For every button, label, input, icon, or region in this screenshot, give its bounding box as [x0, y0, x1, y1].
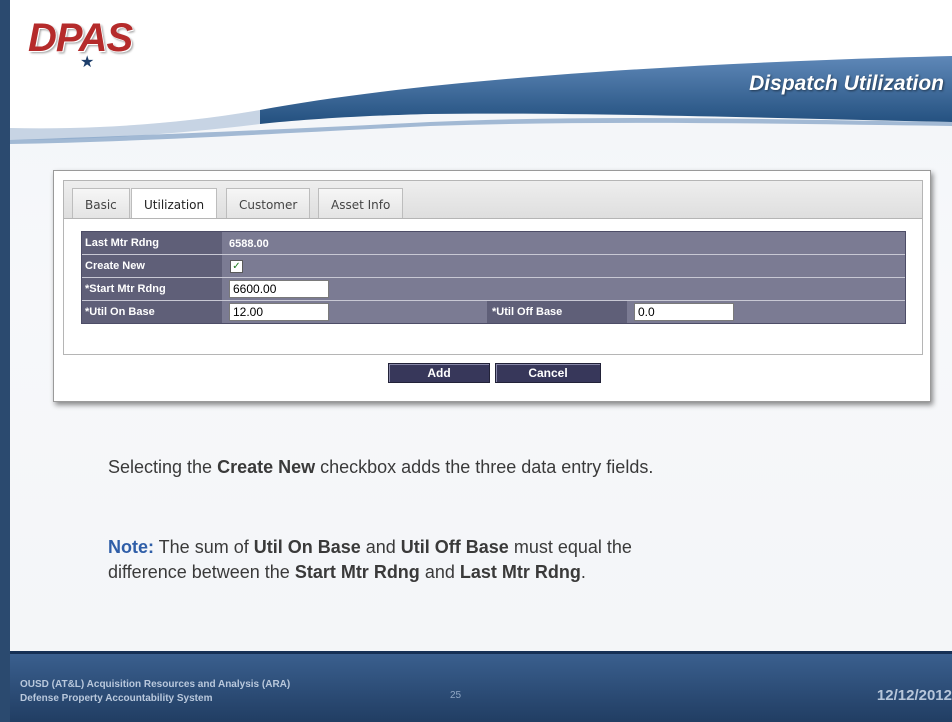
- form-row-start-mtr: *Start Mtr Rdng 6600.00: [82, 278, 905, 301]
- tab-content: Last Mtr Rdng 6588.00 Create New ✓ *Star…: [63, 218, 923, 355]
- slide: DPAS ★ Dispatch Utilization Basic Utiliz…: [10, 0, 952, 722]
- footer-date: 12/12/2012: [876, 687, 952, 704]
- util-on-label: *Util On Base: [85, 306, 155, 318]
- start-mtr-label: *Start Mtr Rdng: [85, 283, 166, 295]
- instruction-text: Selecting the Create New checkbox adds t…: [108, 457, 654, 477]
- create-new-label: Create New: [85, 260, 145, 272]
- utilization-panel: Basic Utilization Customer Asset Info La…: [53, 170, 931, 402]
- form-row-util: *Util On Base 12.00 *Util Off Base 0.0: [82, 301, 905, 323]
- util-on-input[interactable]: 12.00: [229, 303, 329, 321]
- tab-basic[interactable]: Basic: [72, 188, 130, 218]
- page-number: 25: [450, 690, 462, 701]
- form-row-last-mtr: Last Mtr Rdng 6588.00: [82, 232, 905, 255]
- slide-footer: OUSD (AT&L) Acquisition Resources and An…: [10, 651, 952, 722]
- tab-asset-info[interactable]: Asset Info: [318, 188, 404, 218]
- utilization-form: Last Mtr Rdng 6588.00 Create New ✓ *Star…: [81, 231, 906, 324]
- start-mtr-input[interactable]: 6600.00: [229, 280, 329, 298]
- star-icon: ★: [80, 54, 95, 71]
- last-mtr-label: Last Mtr Rdng: [85, 237, 159, 249]
- form-row-create-new: Create New ✓: [82, 255, 905, 278]
- tab-customer[interactable]: Customer: [226, 188, 311, 218]
- note-text: Note: The sum of Util On Base and Util O…: [108, 537, 632, 582]
- slide-title: Dispatch Utilization: [749, 72, 944, 95]
- note-label: Note:: [108, 537, 154, 557]
- util-off-input[interactable]: 0.0: [634, 303, 734, 321]
- button-bar: Add Cancel: [63, 353, 921, 391]
- util-off-label: *Util Off Base: [492, 306, 563, 318]
- tab-utilization[interactable]: Utilization: [131, 188, 218, 219]
- last-mtr-value: 6588.00: [229, 238, 269, 250]
- tab-strip: Basic Utilization Customer Asset Info: [63, 180, 923, 219]
- add-button[interactable]: Add: [388, 363, 490, 383]
- footer-org: OUSD (AT&L) Acquisition Resources and An…: [20, 679, 291, 704]
- cancel-button[interactable]: Cancel: [495, 363, 601, 383]
- create-new-checkbox[interactable]: ✓: [230, 260, 243, 273]
